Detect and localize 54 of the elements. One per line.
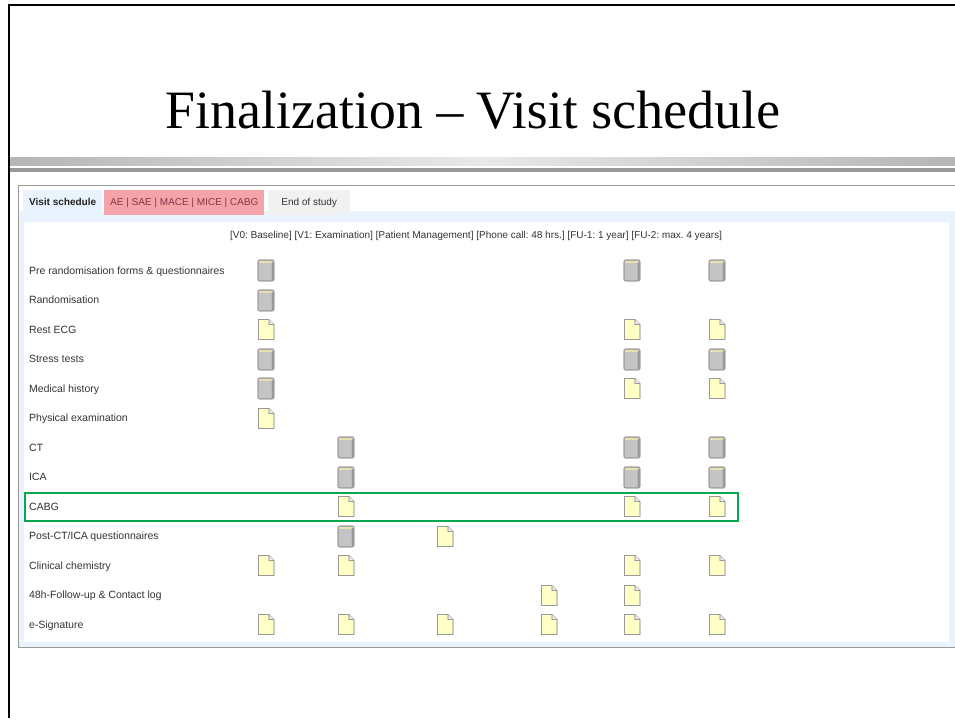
binder-icon[interactable] [337, 466, 356, 489]
document-icon[interactable] [257, 554, 276, 578]
document-icon[interactable] [337, 495, 356, 518]
binder-icon[interactable] [708, 348, 727, 371]
document-icon[interactable] [257, 318, 276, 342]
row-label: e-Signature [29, 618, 84, 631]
binder-icon[interactable] [257, 288, 276, 312]
row-label: Physical examination [29, 412, 129, 424]
tab[interactable]: AE | SAE | MACE | MICE | CABG [104, 190, 264, 215]
row-label: Randomisation [29, 294, 100, 306]
binder-icon[interactable] [708, 466, 727, 489]
document-icon[interactable] [623, 613, 642, 636]
binder-icon[interactable] [623, 348, 642, 371]
binder-icon[interactable] [708, 259, 727, 282]
row-label: Pre randomisation forms & questionnaires [29, 264, 226, 277]
binder-icon[interactable] [337, 524, 356, 548]
row-label: Medical history [29, 382, 100, 395]
document-icon[interactable] [623, 584, 642, 607]
binder-icon[interactable] [257, 377, 276, 400]
document-icon[interactable] [257, 613, 276, 636]
document-icon[interactable] [623, 495, 642, 518]
document-icon[interactable] [436, 613, 455, 636]
binder-icon[interactable] [257, 348, 276, 371]
document-icon[interactable] [708, 318, 727, 342]
document-icon[interactable] [337, 613, 356, 636]
document-icon[interactable] [623, 377, 642, 400]
document-icon[interactable] [708, 613, 727, 636]
document-icon[interactable] [708, 377, 727, 400]
tab[interactable]: End of study [268, 190, 350, 215]
row-label: Post-CT/ICA questionnaires [29, 530, 160, 542]
row-label: CT [29, 442, 44, 454]
document-icon[interactable] [708, 554, 727, 578]
row-label: Stress tests [29, 353, 85, 366]
row-label: CABG [29, 500, 60, 513]
binder-icon[interactable] [623, 466, 642, 489]
document-icon[interactable] [540, 584, 559, 607]
document-icon[interactable] [708, 495, 727, 518]
document-icon[interactable] [540, 613, 559, 636]
binder-icon[interactable] [623, 436, 642, 460]
document-icon[interactable] [436, 524, 455, 548]
binder-icon[interactable] [708, 436, 727, 460]
binder-icon[interactable] [337, 436, 356, 460]
row-label: Clinical chemistry [29, 560, 112, 572]
document-icon[interactable] [257, 406, 276, 430]
binder-icon[interactable] [257, 259, 276, 282]
row-label: Rest ECG [29, 324, 78, 336]
binder-icon[interactable] [623, 259, 642, 282]
document-icon[interactable] [337, 554, 356, 578]
document-icon[interactable] [623, 318, 642, 342]
visits-header: [V0: Baseline] [V1: Examination] [Patient Management] [Phone call: 48 hrs.] [FU-1: 1 year] [FU-2: max. 4 years] [229, 229, 723, 243]
row-label: 48h-Follow-up & Contact log [29, 589, 162, 602]
document-icon[interactable] [623, 554, 642, 578]
slide-title: Finalization – Visit schedule [164, 79, 782, 142]
row-label: ICA [29, 471, 48, 484]
